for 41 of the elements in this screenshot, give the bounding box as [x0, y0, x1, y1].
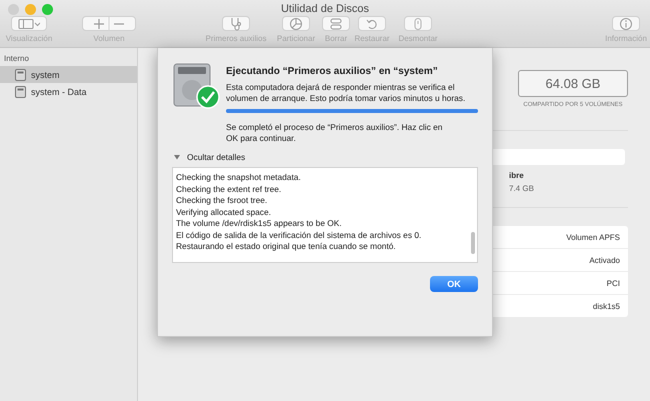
disclosure-triangle-icon[interactable]	[174, 154, 180, 160]
dialog-title: Ejecutando “Primeros auxilios” en “system”	[226, 66, 439, 77]
toolbar-button[interactable]	[11, 16, 47, 31]
toolbar-button[interactable]	[322, 16, 350, 31]
minimize-button[interactable]	[25, 4, 36, 15]
log-line: The volume /dev/rdisk1s5 appears to be OK.	[176, 218, 342, 230]
pie-icon	[289, 16, 303, 30]
toolbar-button[interactable]	[612, 16, 640, 31]
toolbar-button[interactable]	[82, 16, 136, 31]
sidebar-item[interactable]: system	[0, 66, 137, 83]
table-cell: PCI	[606, 278, 620, 288]
table-cell: Volumen APFS	[566, 232, 620, 242]
toolbar-button[interactable]	[404, 16, 432, 31]
stethoscope-icon	[229, 16, 243, 30]
details-toggle[interactable]: Ocultar detalles	[187, 152, 246, 162]
toolbar-button[interactable]	[358, 16, 386, 31]
table-cell: Activado	[589, 256, 620, 264]
scrollbar-thumb[interactable]	[471, 232, 475, 254]
log-line: Verifying allocated space.	[176, 206, 271, 218]
result-message: Se completó el proceso de “Primeros auxilios”. Haz clic en OK para continuar.	[226, 122, 444, 144]
log-line: Restaurando el estado original que tenía cuando se montó.	[176, 241, 396, 252]
log-line: Checking the fsroot tree.	[176, 195, 268, 206]
sidebar-icon	[18, 18, 40, 30]
sidebar-item-label: system	[31, 70, 60, 80]
legend-label: ibre	[509, 171, 525, 180]
toolbar-button[interactable]	[282, 16, 310, 31]
sidebar-item-label: system - Data	[31, 86, 87, 96]
table-cell: disk1s5	[592, 302, 620, 310]
drive-check-icon	[172, 62, 220, 110]
window-title: Utilidad de Discos	[280, 3, 370, 15]
dialog-message: Esta computadora dejará de responder mientras se verifica el volumen de arranque. Esto podría tomar varios minutos u horas.	[226, 82, 466, 104]
info-icon	[619, 16, 633, 30]
zoom-button[interactable]	[42, 4, 53, 15]
capacity-display: 64.08 GB	[518, 70, 628, 97]
legend-value: 7.4 GB	[509, 184, 535, 193]
log-line: Checking the snapshot metadata.	[176, 172, 301, 184]
sidebar-section-label: Interno	[3, 53, 30, 65]
toolbar-button[interactable]	[222, 16, 250, 31]
log-line: Checking the extent ref tree.	[176, 184, 282, 195]
log-line: El código de salida de la verificación del sistema de archivos es 0.	[176, 230, 422, 241]
sidebar-item[interactable]: system - Data	[0, 83, 137, 100]
